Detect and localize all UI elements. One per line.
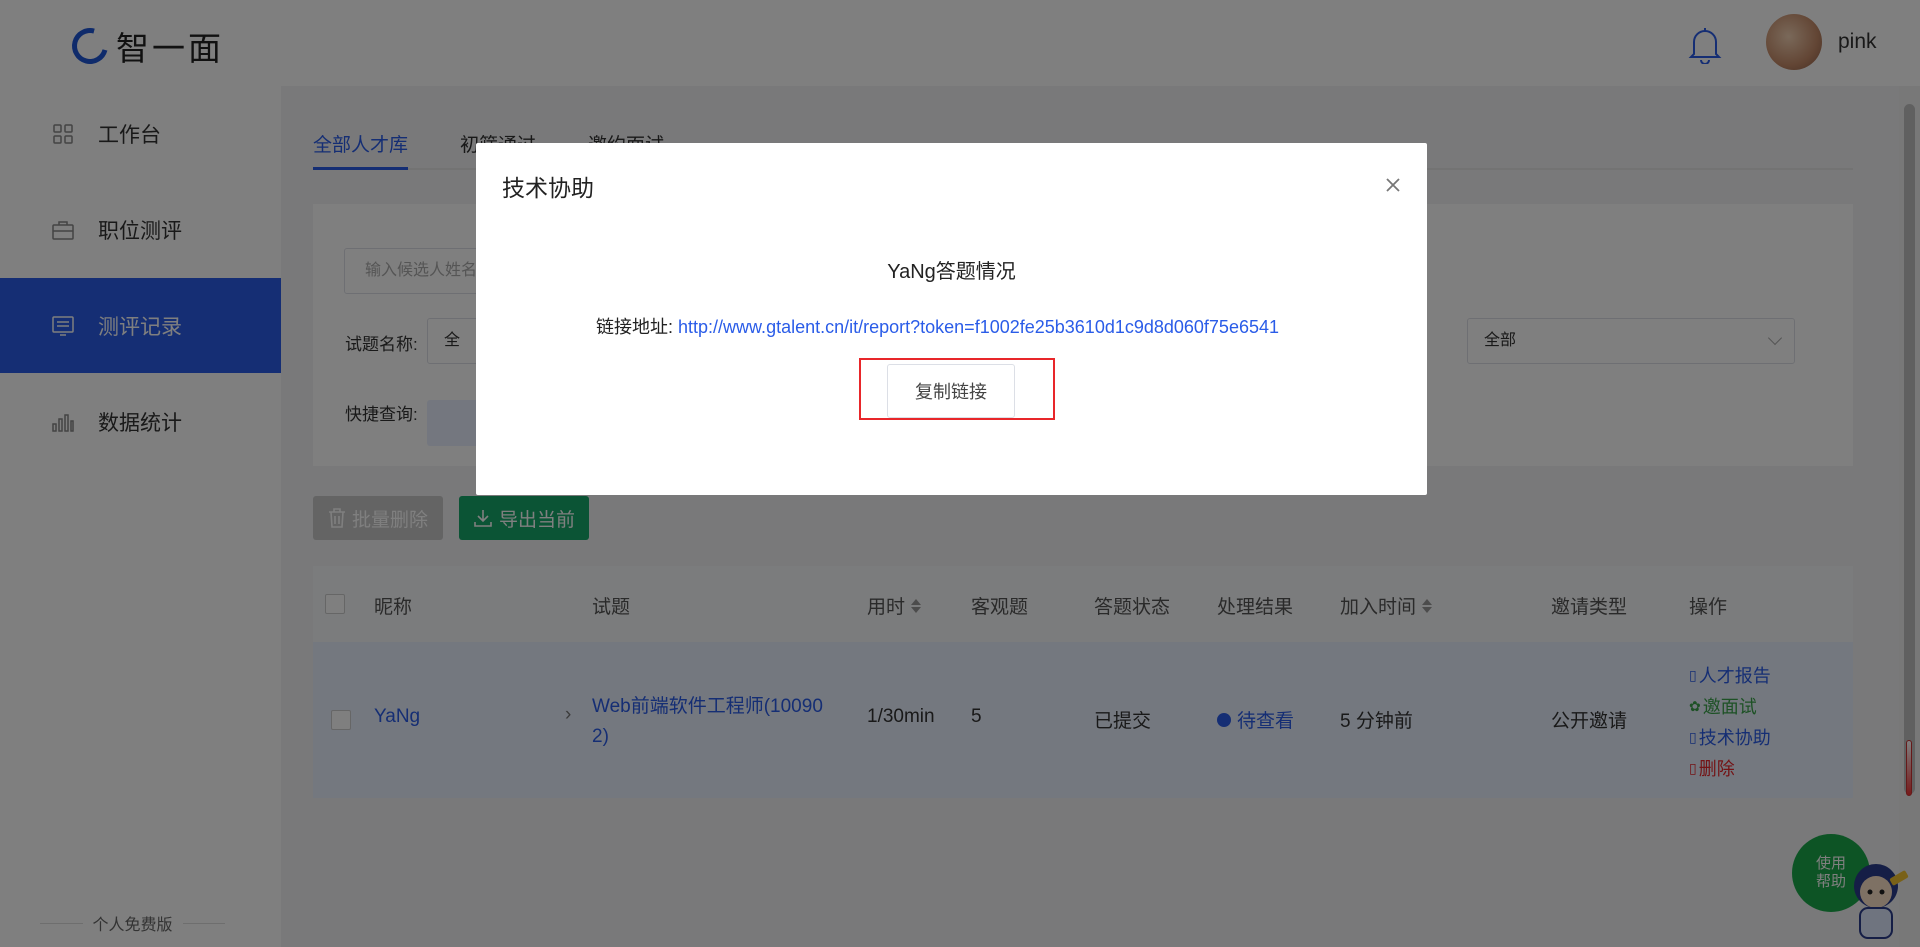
dialog-subtitle: YaNg答题情况 — [887, 261, 1016, 283]
link-row: 链接地址: http://www.gtalent.cn/it/report?to… — [596, 313, 1279, 339]
report-link[interactable]: http://www.gtalent.cn/it/report?token=f1… — [678, 317, 1279, 337]
copy-link-button[interactable]: 复制链接 — [887, 364, 1015, 418]
dialog-title: 技术协助 — [502, 175, 594, 201]
copy-link-label: 复制链接 — [915, 382, 987, 402]
tech-assist-dialog: 技术协助 YaNg答题情况 链接地址: http://www.gtalent.c… — [476, 143, 1427, 495]
link-label: 链接地址: — [596, 317, 674, 337]
close-icon[interactable] — [1381, 173, 1405, 197]
